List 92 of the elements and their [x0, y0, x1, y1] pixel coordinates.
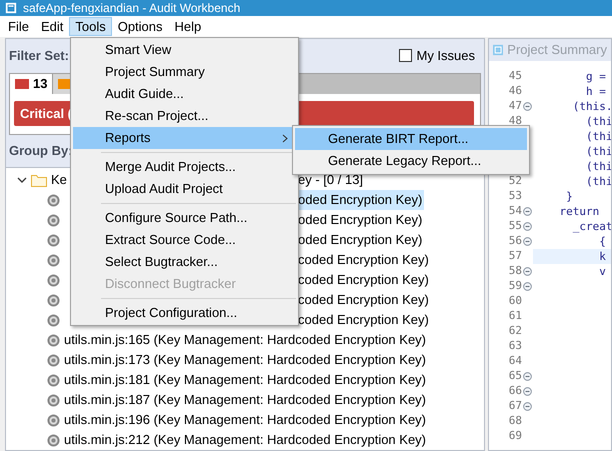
- fold-icon[interactable]: [523, 402, 532, 411]
- code-line: _creat: [572, 219, 611, 234]
- tree-item[interactable]: coded Encryption Key): [298, 290, 431, 310]
- line-number: 56: [508, 233, 522, 250]
- expand-caret-icon[interactable]: [17, 175, 27, 185]
- menu-bar-item[interactable]: Edit: [34, 17, 70, 36]
- fold-icon[interactable]: [523, 237, 532, 246]
- line-number: 67: [508, 398, 522, 414]
- tree-item[interactable]: utils.min.js:173 (Key Management: Hardcoded Encryption Key): [46, 350, 428, 370]
- line-number: 63: [508, 338, 522, 354]
- code-line: {: [598, 234, 607, 249]
- tree-folder-count: ey - [0 / 13]: [298, 171, 364, 190]
- fold-icon[interactable]: [523, 222, 532, 231]
- tree-item[interactable]: utils.min.js:187 (Key Management: Hardcoded Encryption Key): [46, 390, 428, 410]
- menu-item[interactable]: Select Bugtracker...: [73, 251, 296, 273]
- window-title: safeApp-fengxiandian - Audit Workbench: [23, 0, 240, 16]
- fold-icon[interactable]: [523, 102, 532, 111]
- issue-icon: [47, 354, 60, 366]
- line-number: 66: [508, 383, 522, 400]
- line-number: 61: [508, 308, 522, 324]
- line-number: 48: [508, 113, 522, 130]
- code-line: (this.: [572, 99, 611, 114]
- code-line: v: [598, 264, 607, 279]
- issue-icon: [47, 334, 60, 346]
- menu-item[interactable]: Project Summary: [73, 61, 296, 83]
- tree-folder-label[interactable]: Ke: [51, 170, 67, 190]
- issue-icon: [47, 274, 60, 286]
- fold-icon[interactable]: [523, 207, 532, 216]
- my-issues-checkbox[interactable]: [399, 49, 412, 62]
- issue-icon: [47, 374, 60, 386]
- line-number: 46: [508, 83, 522, 100]
- line-number: 68: [508, 413, 522, 430]
- menu-bar-item[interactable]: Tools: [69, 17, 112, 36]
- menu-bar-item[interactable]: Help: [168, 17, 208, 36]
- line-number: 54: [508, 203, 522, 220]
- code-line: }: [565, 189, 574, 204]
- line-number: 47: [508, 98, 522, 114]
- menu-item[interactable]: Audit Guide...: [73, 83, 296, 105]
- issue-icon: [47, 434, 60, 446]
- folder-icon: [31, 174, 47, 186]
- menu-item[interactable]: Merge Audit Projects...: [73, 156, 296, 178]
- tree-item[interactable]: coded Encryption Key): [298, 270, 431, 290]
- document-icon: [493, 43, 504, 57]
- tree-item[interactable]: oded Encryption Key): [298, 230, 424, 250]
- menu-bar-item[interactable]: File: [2, 17, 35, 36]
- issue-icon: [47, 314, 60, 326]
- issue-icon: [47, 294, 60, 306]
- menu-item[interactable]: Configure Source Path...: [73, 207, 296, 229]
- filter-set-label: Filter Set:: [9, 47, 69, 66]
- menu-item[interactable]: Smart View: [73, 39, 296, 61]
- tree-item[interactable]: utils.min.js:196 (Key Management: Hardcoded Encryption Key): [46, 410, 428, 430]
- tree-item[interactable]: oded Encryption Key): [298, 210, 424, 230]
- tree-item[interactable]: utils.min.js:181 (Key Management: Hardcoded Encryption Key): [46, 370, 428, 390]
- line-number: 62: [508, 323, 522, 340]
- line-number: 55: [508, 218, 522, 234]
- code-line: h =: [584, 84, 607, 99]
- issue-icon: [47, 254, 60, 266]
- fold-icon[interactable]: [523, 282, 532, 291]
- line-number: 69: [508, 428, 522, 444]
- menu-item[interactable]: Extract Source Code...: [73, 229, 296, 251]
- line-number: 64: [508, 353, 522, 370]
- fold-icon[interactable]: [523, 267, 532, 276]
- tree-item[interactable]: utils.min.js:165 (Key Management: Hardcoded Encryption Key): [46, 330, 428, 350]
- tree-item[interactable]: utils.min.js:212 (Key Management: Hardcoded Encryption Key): [46, 430, 428, 450]
- code-line: return: [558, 204, 600, 219]
- line-number: 58: [508, 263, 522, 280]
- line-number: 53: [508, 188, 522, 204]
- menu-item[interactable]: Project Configuration...: [73, 302, 296, 324]
- line-number: 60: [508, 293, 522, 310]
- menu-item[interactable]: Generate Legacy Report...: [295, 150, 527, 172]
- issue-icon: [47, 414, 60, 426]
- issue-icon: [47, 194, 60, 206]
- line-number: 57: [508, 248, 522, 264]
- line-number: 59: [508, 278, 522, 294]
- menu-item[interactable]: Generate BIRT Report...: [295, 128, 527, 150]
- code-line: g =: [584, 69, 607, 84]
- line-number: 65: [508, 368, 522, 384]
- line-number: 45: [508, 68, 522, 84]
- tree-item[interactable]: coded Encryption Key): [298, 310, 431, 330]
- menu-item[interactable]: Re-scan Project...: [73, 105, 296, 127]
- menu-bar-item[interactable]: Options: [112, 17, 169, 36]
- issue-icon: [47, 394, 60, 406]
- fold-icon[interactable]: [523, 387, 532, 396]
- fold-icon[interactable]: [523, 372, 532, 381]
- issue-icon: [47, 234, 60, 246]
- menu-item[interactable]: Upload Audit Project: [73, 178, 296, 200]
- tree-item[interactable]: oded Encryption Key): [298, 190, 424, 210]
- issue-icon: [47, 214, 60, 226]
- tree-item[interactable]: coded Encryption Key): [298, 250, 431, 270]
- my-issues-label: My Issues: [416, 47, 475, 66]
- line-number: 52: [508, 173, 522, 190]
- severity-tab[interactable]: 13: [10, 74, 54, 94]
